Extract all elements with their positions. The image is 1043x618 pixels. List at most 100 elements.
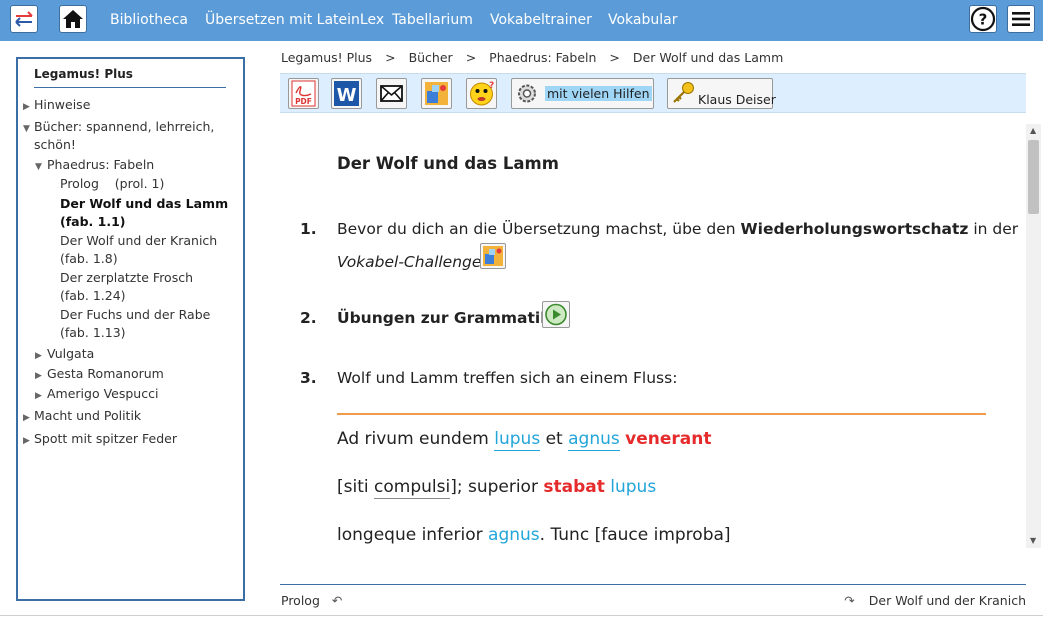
sidebar-item-frosch[interactable]: Der zerplatzte Frosch (fab. 1.24) xyxy=(60,269,235,305)
sidebar-item-wolf-lamm[interactable]: Der Wolf und das Lamm (fab. 1.1) xyxy=(60,195,230,231)
footer-prev-link[interactable]: Prolog ↶ xyxy=(281,593,342,608)
play-icon xyxy=(545,303,567,326)
quiz-face-button[interactable]: ? xyxy=(466,78,497,109)
latin-line-2: [siti compulsi]; superior stabat lupus xyxy=(337,477,656,499)
menu-button[interactable] xyxy=(1007,5,1035,33)
latin-word-predicate[interactable]: stabat xyxy=(543,477,604,497)
pdf-button[interactable]: PDF xyxy=(288,78,319,109)
scrollbar-thumb[interactable] xyxy=(1028,140,1039,214)
swap-arrows-icon xyxy=(15,11,33,27)
author-button[interactable]: Klaus Deiser xyxy=(667,78,776,109)
step-1-text: Bevor du dich an die Übersetzung machst,… xyxy=(337,220,1018,238)
breadcrumb-separator: > xyxy=(385,50,396,65)
latin-text: fauce improba xyxy=(601,525,724,545)
mail-icon xyxy=(380,85,403,102)
sidebar-item-macht[interactable]: Macht und Politik xyxy=(34,407,234,425)
sidebar: Legamus! Plus ▶ Hinweise ▼ Bücher: spann… xyxy=(16,57,245,601)
top-nav-bar: Bibliotheca Übersetzen mit LateinLex Tab… xyxy=(0,0,1043,41)
collapsed-arrow-icon[interactable]: ▶ xyxy=(23,409,30,427)
latin-text: siti xyxy=(343,477,375,497)
footer-divider xyxy=(280,584,1026,585)
sidebar-item-hinweise[interactable]: Hinweise xyxy=(34,96,234,114)
home-icon xyxy=(63,10,83,28)
svg-text:W: W xyxy=(337,85,357,106)
vocab-challenge-link[interactable]: Vokabel-Challenge xyxy=(337,253,481,271)
swap-arrows-button[interactable] xyxy=(10,5,38,33)
prev-page-label: Prolog xyxy=(281,593,320,608)
breadcrumb-item[interactable]: Bücher xyxy=(409,50,453,65)
sidebar-item-prolog[interactable]: Prolog (prol. 1) xyxy=(60,175,235,193)
latin-line-3: longeque inferior agnus. Tunc [fauce imp… xyxy=(337,525,731,545)
step-1-pre: Bevor du dich an die Übersetzung machst,… xyxy=(337,220,741,238)
latin-text: longeque inferior xyxy=(337,525,489,545)
scroll-down-arrow-icon[interactable]: ▼ xyxy=(1030,536,1036,545)
expanded-arrow-icon[interactable]: ▼ xyxy=(35,158,42,176)
helps-toggle-button[interactable]: mit vielen Hilfen xyxy=(511,78,654,109)
sidebar-item-phaedrus[interactable]: Phaedrus: Fabeln xyxy=(47,156,227,174)
page-bottom-border xyxy=(0,615,1043,616)
latin-word-subject[interactable]: lupus xyxy=(494,429,541,451)
nav-vokabular[interactable]: Vokabular xyxy=(608,12,677,28)
latin-line-1: Ad rivum eundem lupus et agnus venerant xyxy=(337,429,711,451)
breadcrumb-item[interactable]: Phaedrus: Fabeln xyxy=(489,50,596,65)
sidebar-item-spott[interactable]: Spott mit spitzer Feder xyxy=(34,430,234,448)
page-title: Der Wolf und das Lamm xyxy=(337,154,559,173)
nav-vokabeltrainer[interactable]: Vokabeltrainer xyxy=(490,12,592,28)
help-button[interactable]: ? xyxy=(969,5,997,33)
menu-icon xyxy=(1012,12,1030,26)
breadcrumb: Legamus! Plus > Bücher > Phaedrus: Fabeln > De… xyxy=(281,50,783,65)
vocab-challenge-button[interactable] xyxy=(421,78,452,109)
latin-text: et xyxy=(540,429,569,449)
content-scrollbar[interactable]: ▲ ▼ xyxy=(1026,124,1041,548)
collapsed-arrow-icon[interactable]: ▶ xyxy=(35,347,42,365)
helps-label: mit vielen Hilfen xyxy=(545,86,652,101)
collapsed-arrow-icon[interactable]: ▶ xyxy=(23,432,30,450)
latin-word-subject[interactable]: agnus xyxy=(568,429,620,451)
collapsed-arrow-icon[interactable]: ▶ xyxy=(35,387,42,405)
sidebar-item-fuchs-rabe[interactable]: Der Fuchs und der Rabe (fab. 1.13) xyxy=(60,306,230,342)
collapsed-arrow-icon[interactable]: ▶ xyxy=(23,98,30,116)
toolbar: PDF W ? mit vielen Hilfen Klaus Deiser xyxy=(280,73,1026,113)
vocab-challenge-inline-button[interactable] xyxy=(480,243,506,269)
sidebar-item-vespucci[interactable]: Amerigo Vespucci xyxy=(47,385,227,403)
latin-word-subject[interactable]: agnus xyxy=(488,525,540,545)
vocab-challenge-icon xyxy=(425,82,448,105)
step-3-text: Wolf und Lamm treffen sich an einem Flus… xyxy=(337,369,678,387)
latin-text: . Tunc xyxy=(539,525,595,545)
scroll-up-arrow-icon[interactable]: ▲ xyxy=(1030,126,1036,135)
word-button[interactable]: W xyxy=(331,78,362,109)
latin-word-subject[interactable]: lupus xyxy=(610,477,656,497)
author-label: Klaus Deiser xyxy=(698,92,776,107)
home-button[interactable] xyxy=(59,5,87,33)
latin-text: ]; superior xyxy=(450,477,544,497)
mail-button[interactable] xyxy=(376,78,407,109)
footer-next-link[interactable]: ↷ Der Wolf und der Kranich xyxy=(844,593,1026,608)
svg-text:?: ? xyxy=(489,81,494,91)
quiz-face-icon: ? xyxy=(470,81,494,106)
breadcrumb-item[interactable]: Legamus! Plus xyxy=(281,50,372,65)
pdf-icon: PDF xyxy=(291,80,316,107)
grammar-play-button[interactable] xyxy=(542,301,570,328)
latin-word-predicate[interactable]: venerant xyxy=(625,429,711,449)
gear-icon xyxy=(518,84,536,103)
breadcrumb-current: Der Wolf und das Lamm xyxy=(632,50,784,65)
latin-word-participle[interactable]: compulsi xyxy=(374,477,451,499)
section-divider xyxy=(337,413,986,415)
step-number: 2. xyxy=(300,309,317,327)
collapsed-arrow-icon[interactable]: ▶ xyxy=(35,367,42,385)
sidebar-item-vulgata[interactable]: Vulgata xyxy=(47,345,227,363)
sidebar-item-buecher[interactable]: Bücher: spannend, lehrreich, schön! xyxy=(34,118,224,154)
sidebar-item-wolf-kranich[interactable]: Der Wolf und der Kranich (fab. 1.8) xyxy=(60,232,235,268)
vocab-challenge-icon xyxy=(483,246,503,266)
sidebar-item-gesta[interactable]: Gesta Romanorum xyxy=(47,365,227,383)
word-icon: W xyxy=(334,81,359,106)
svg-text:?: ? xyxy=(979,11,988,29)
nav-bibliotheca[interactable]: Bibliotheca xyxy=(110,12,188,28)
nav-uebersetzen[interactable]: Übersetzen mit LateinLex xyxy=(205,12,384,28)
expanded-arrow-icon[interactable]: ▼ xyxy=(23,120,30,138)
next-arrow-icon: ↷ xyxy=(844,593,855,608)
nav-tabellarium[interactable]: Tabellarium xyxy=(392,12,473,28)
grammar-exercises-label: Übungen zur Grammatik xyxy=(337,309,551,327)
key-icon xyxy=(673,82,694,103)
help-icon: ? xyxy=(970,6,996,32)
